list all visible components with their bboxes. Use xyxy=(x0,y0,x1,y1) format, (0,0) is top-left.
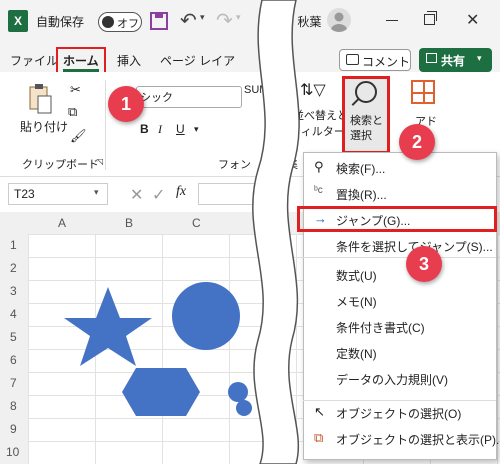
menu-item-goto-special[interactable]: 条件を選択してジャンプ(S)... xyxy=(304,233,494,259)
menu-item-data-validation[interactable]: データの入力規則(V) xyxy=(304,366,494,392)
menu-separator xyxy=(303,257,496,258)
menu-item-constants[interactable]: 定数(N) xyxy=(304,340,494,366)
menu-item-label: 検索(F)... xyxy=(336,162,386,176)
menu-item-label: オブジェクトの選択と表示(P)... xyxy=(336,433,500,447)
menu-item-selection-pane[interactable]: ⧉ オブジェクトの選択と表示(P)... xyxy=(304,426,500,452)
menu-item-label: 定数(N) xyxy=(336,347,377,361)
hexagon-shape[interactable] xyxy=(122,368,200,416)
replace-icon: ᵇc xyxy=(314,185,323,196)
menu-item-conditional-formatting[interactable]: 条件付き書式(C) xyxy=(304,314,494,340)
menu-item-label: メモ(N) xyxy=(336,295,377,309)
menu-item-label: 条件付き書式(C) xyxy=(336,321,425,335)
menu-item-select-objects[interactable]: ↖ オブジェクトの選択(O) xyxy=(304,400,494,426)
menu-item-replace[interactable]: ᵇc 置換(R)... xyxy=(304,181,494,207)
menu-item-label: データの入力規則(V) xyxy=(336,373,448,387)
star-shape[interactable] xyxy=(64,287,152,366)
tear-divider xyxy=(252,0,300,464)
circle-shape[interactable] xyxy=(172,282,240,350)
menu-item-label: 数式(U) xyxy=(336,269,377,283)
selection-pane-icon: ⧉ xyxy=(314,430,324,445)
jump-highlight xyxy=(297,206,497,232)
menu-item-label: オブジェクトの選択(O) xyxy=(336,407,462,421)
menu-item-label: 置換(R)... xyxy=(336,188,387,202)
menu-item-notes[interactable]: メモ(N) xyxy=(304,288,494,314)
step-badge-2: 2 xyxy=(399,124,435,160)
step-badge-3: 3 xyxy=(406,246,442,282)
cloud-shape[interactable] xyxy=(228,382,248,402)
search-icon: ⚲ xyxy=(314,159,324,174)
menu-item-formulas[interactable]: 数式(U) xyxy=(304,262,494,288)
pointer-icon: ↖ xyxy=(314,404,325,419)
cloud-shape[interactable] xyxy=(236,400,252,416)
step-badge-1: 1 xyxy=(108,86,144,122)
menu-item-find[interactable]: ⚲ 検索(F)... xyxy=(304,155,494,181)
